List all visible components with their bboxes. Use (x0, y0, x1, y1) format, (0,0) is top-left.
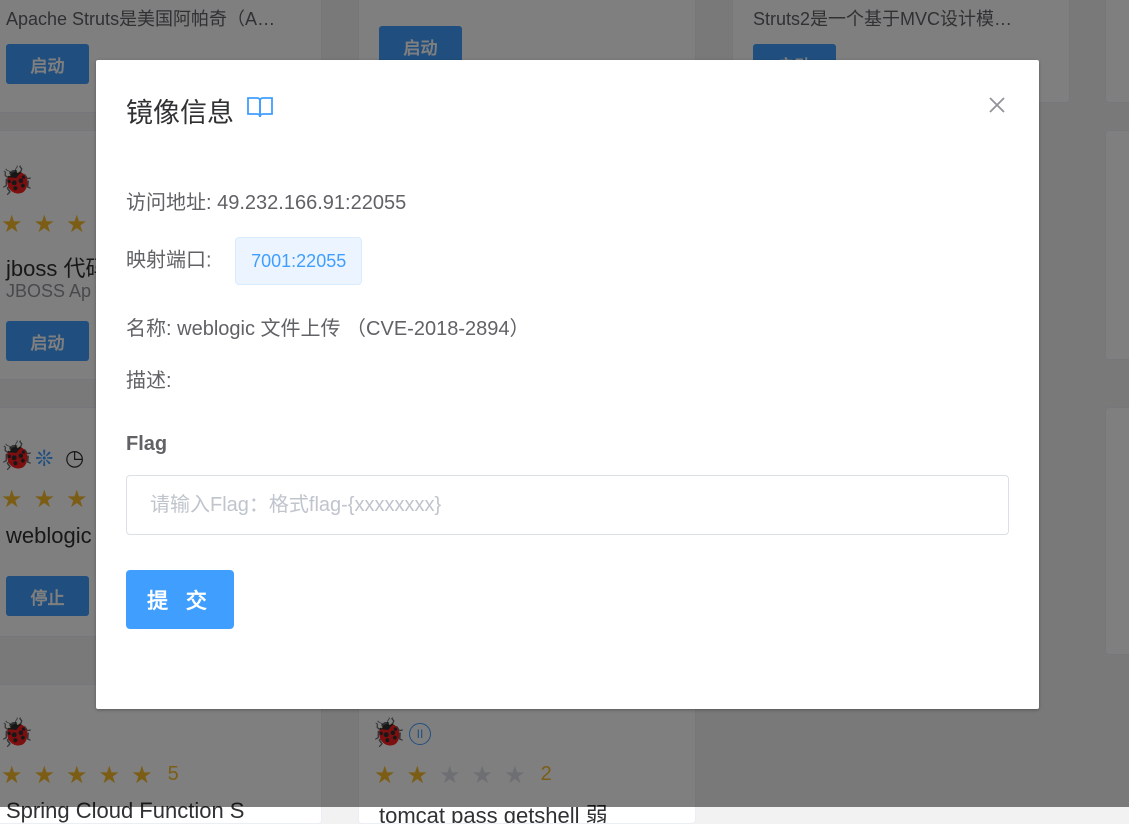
dialog-header: 镜像信息 (126, 91, 274, 130)
description-label: 描述: (126, 370, 172, 392)
port-label: 映射端口: (126, 249, 212, 272)
address-label: 访问地址: (126, 192, 212, 214)
address-row: 访问地址: 49.232.166.91:22055 (126, 186, 406, 215)
image-info-dialog: 镜像信息 访问地址: 49.232.166.91:22055 映射端口: 700… (96, 60, 1039, 709)
flag-input[interactable] (126, 475, 1009, 535)
port-tag: 7001:22055 (235, 237, 363, 285)
flag-label: Flag (126, 433, 168, 455)
submit-button[interactable]: 提 交 (126, 570, 234, 629)
name-label: 名称: (126, 318, 172, 340)
close-icon[interactable] (986, 94, 1008, 116)
dialog-title: 镜像信息 (126, 98, 234, 128)
description-row: 描述: (126, 364, 172, 393)
address-value: 49.232.166.91:22055 (217, 192, 407, 214)
name-value: weblogic 文件上传 （CVE-2018-2894） (177, 318, 530, 340)
port-row: 映射端口: 7001:22055 (126, 237, 363, 285)
book-icon[interactable] (246, 95, 274, 126)
name-row: 名称: weblogic 文件上传 （CVE-2018-2894） (126, 312, 530, 341)
